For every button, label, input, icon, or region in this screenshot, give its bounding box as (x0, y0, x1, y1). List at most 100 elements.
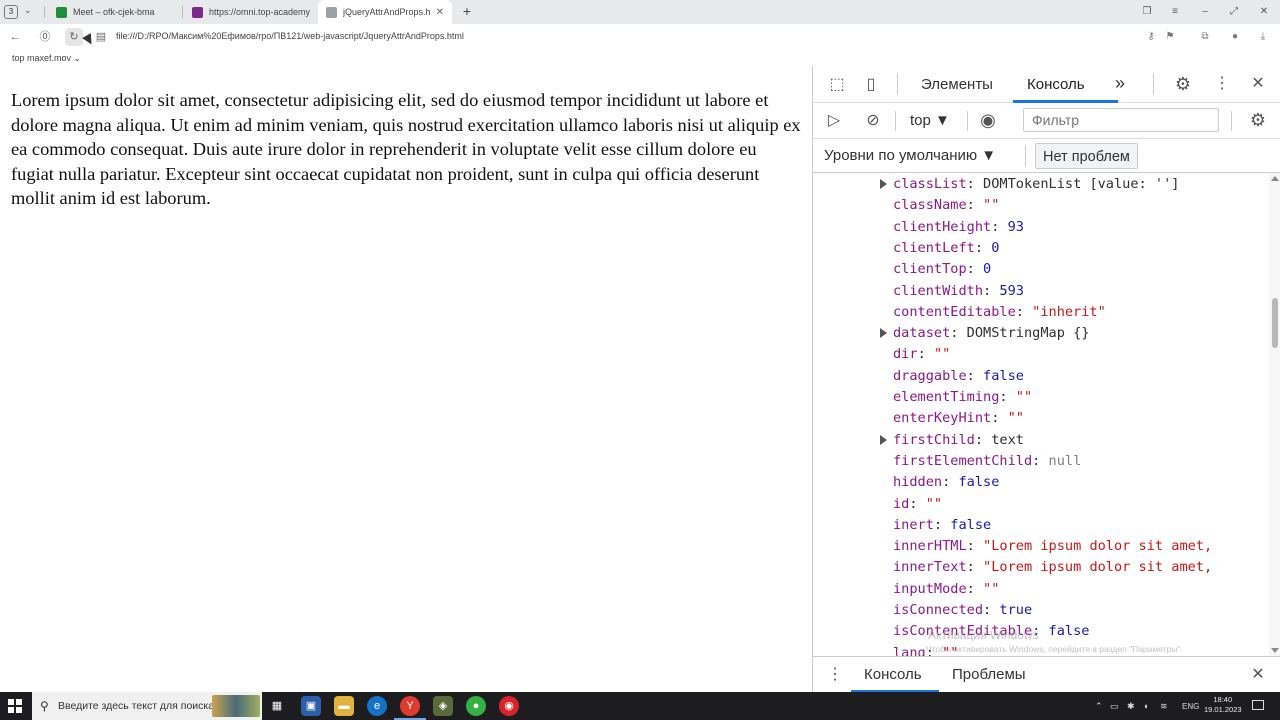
minimize-icon[interactable]: – (1196, 3, 1214, 21)
maximize-icon[interactable]: ⤢ (1225, 3, 1243, 21)
property-row[interactable]: contentEditable: "inherit" (893, 302, 1106, 323)
property-row[interactable]: inert: false (893, 515, 991, 536)
property-row[interactable]: elementTiming: "" (893, 387, 1032, 408)
property-row[interactable]: dataset: DOMStringMap {} (893, 323, 1089, 344)
drawer-tab-issues[interactable]: Проблемы (952, 666, 1026, 683)
tab-list-chevron-icon[interactable]: ⌄ (24, 5, 32, 16)
property-row[interactable]: clientLeft: 0 (893, 238, 999, 259)
protect-icon[interactable]: ⓪ (36, 28, 54, 46)
tray-volume-icon[interactable]: ◖ (1143, 701, 1148, 711)
notification-icon[interactable] (1252, 700, 1264, 710)
property-row[interactable]: clientWidth: 593 (893, 281, 1024, 302)
task-view-icon[interactable]: ▦ (267, 696, 287, 716)
property-row[interactable]: enterKeyHint: "" (893, 408, 1024, 429)
tab-console[interactable]: Консоль (1027, 76, 1085, 93)
recorder-icon[interactable]: ◉ (499, 696, 519, 716)
property-row[interactable]: clientTop: 0 (893, 259, 991, 280)
scroll-thumb[interactable] (1272, 298, 1278, 348)
close-drawer-icon[interactable]: ✕ (1246, 663, 1270, 687)
windows-start-icon[interactable] (8, 699, 22, 713)
tray-network-icon[interactable]: ▭ (1110, 701, 1119, 712)
inspect-element-icon[interactable]: ⬚ (825, 73, 849, 97)
bookmark-icon[interactable]: ⚑ (1161, 28, 1179, 46)
console-settings-gear-icon[interactable]: ⚙ (1246, 108, 1270, 132)
scroll-up-icon[interactable] (1271, 176, 1279, 181)
property-key: isContentEditable (893, 623, 1033, 640)
app-icon[interactable]: ◈ (433, 696, 453, 716)
property-key: inert (893, 516, 934, 533)
property-row[interactable]: innerHTML: "Lorem ipsum dolor sit amet, (893, 536, 1212, 557)
download-icon[interactable]: ⤓ (1254, 28, 1272, 46)
property-row[interactable]: isContentEditable: false (893, 621, 1089, 642)
close-tab-icon[interactable]: ✕ (436, 7, 444, 18)
property-row[interactable]: clientHeight: 93 (893, 217, 1024, 238)
messenger-icon[interactable]: ● (466, 696, 486, 716)
browser-tab-omni[interactable]: https://omni.top-academy (184, 0, 318, 24)
property-value: DOMTokenList [value: ''] (983, 176, 1180, 192)
property-row[interactable]: id: "" (893, 494, 942, 515)
toolbar-divider (1153, 74, 1154, 94)
property-colon: : (983, 602, 1000, 618)
device-toolbar-icon[interactable]: ▯ (859, 73, 883, 97)
store-icon[interactable]: ▣ (301, 696, 321, 716)
scroll-down-icon[interactable] (1271, 648, 1279, 653)
url-field[interactable]: file:///D:/RPO/Максим%20Ефимов/rpo/ПВ121… (116, 31, 464, 41)
log-levels-dropdown[interactable]: Уровни по умолчанию ▼ (824, 147, 996, 164)
property-key: firstChild (893, 431, 975, 448)
settings-gear-icon[interactable]: ⚙ (1171, 72, 1195, 96)
expand-triangle-icon[interactable] (880, 434, 887, 445)
yandex-browser-icon[interactable]: Y (400, 696, 420, 716)
key-icon[interactable]: ⚷ (1142, 28, 1160, 46)
clear-console-icon[interactable]: ⊘ (861, 109, 885, 133)
issues-counter-button[interactable]: Нет проблем (1035, 143, 1138, 169)
property-row[interactable]: draggable: false (893, 366, 1024, 387)
live-expression-eye-icon[interactable]: ◉ (976, 108, 1000, 132)
profile-icon[interactable]: ● (1226, 28, 1244, 46)
menu-icon[interactable]: ≡ (1166, 3, 1184, 21)
sidebar-toggle-icon[interactable]: ▷ (822, 109, 846, 133)
browser-tab-active[interactable]: jQueryAttrAndProps.htr ✕ (318, 0, 452, 24)
tray-language[interactable]: ENG (1182, 702, 1199, 711)
browser-tab-meet[interactable]: Meet – ofk-cjek-bma (48, 0, 182, 24)
tab-elements[interactable]: Элементы (921, 76, 993, 93)
property-row[interactable]: firstChild: text (893, 430, 1024, 451)
property-row[interactable]: lang: "" (893, 643, 959, 656)
property-row[interactable]: innerText: "Lorem ipsum dolor sit amet, (893, 557, 1212, 578)
property-row[interactable]: isConnected: true (893, 600, 1032, 621)
reload-icon[interactable]: ↻ (65, 28, 83, 46)
clock-time: 18:40 (1213, 695, 1233, 704)
frame-context-label[interactable]: top maxef.mov ⌄ (0, 50, 812, 66)
property-row[interactable]: inputMode: "" (893, 579, 999, 600)
drawer-menu-icon[interactable]: ⋮ (823, 663, 847, 687)
property-row[interactable]: dir: "" (893, 344, 950, 365)
taskbar-clock[interactable]: 18:40 19.01.2023 (1204, 695, 1242, 715)
tab-count-badge[interactable]: 3 (4, 5, 18, 19)
property-row[interactable]: firstElementChild: null (893, 451, 1081, 472)
close-window-icon[interactable]: ✕ (1255, 3, 1273, 21)
property-row[interactable]: hidden: false (893, 472, 999, 493)
new-tab-button[interactable]: + (458, 2, 476, 20)
context-select[interactable]: top ▼ (910, 112, 950, 129)
back-icon[interactable]: ← (6, 28, 24, 46)
tray-chevron-icon[interactable]: ⌃ (1095, 701, 1103, 712)
tray-bluetooth-icon[interactable]: ✱ (1127, 701, 1135, 712)
property-colon: : (966, 367, 984, 384)
extensions-icon[interactable]: ⧉ (1196, 28, 1214, 46)
tray-wifi-icon[interactable]: ≋ (1160, 701, 1168, 712)
file-explorer-icon[interactable]: ▬ (334, 696, 354, 716)
context-value: top (910, 112, 931, 129)
more-tabs-button[interactable]: » (1115, 73, 1125, 94)
more-options-icon[interactable]: ⋮ (1210, 72, 1234, 96)
edge-icon[interactable]: e (367, 696, 387, 716)
console-scrollbar[interactable] (1269, 173, 1280, 656)
expand-triangle-icon[interactable] (880, 179, 887, 189)
taskbar-search-box[interactable]: ⚲ Введите здесь текст для поиска (32, 692, 262, 720)
collections-icon[interactable]: ❐ (1138, 3, 1156, 21)
property-row[interactable]: className: "" (893, 195, 999, 216)
expand-triangle-icon[interactable] (880, 328, 887, 339)
close-devtools-icon[interactable]: ✕ (1246, 72, 1270, 96)
drawer-tab-console[interactable]: Консоль (864, 666, 922, 683)
filter-input[interactable] (1023, 108, 1219, 132)
property-row[interactable]: classList: DOMTokenList [value: ''] (893, 174, 1179, 195)
property-key: innerText (893, 559, 967, 576)
